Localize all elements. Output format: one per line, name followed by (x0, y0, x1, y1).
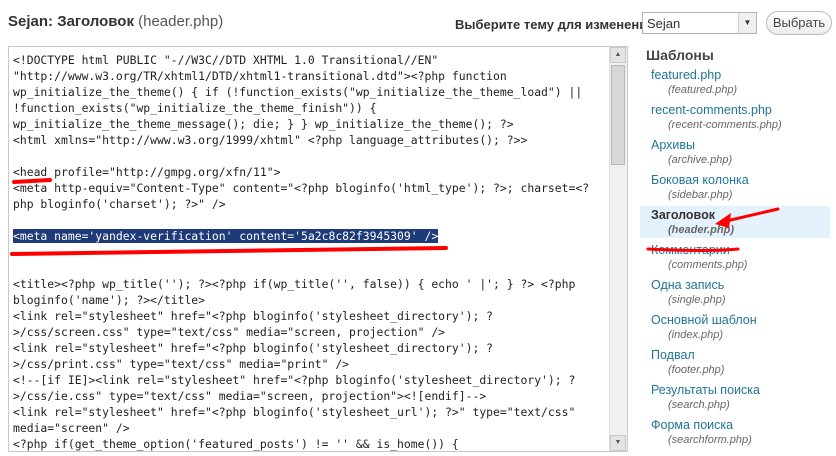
template-link[interactable]: Боковая колонка (651, 173, 830, 188)
code-line[interactable]: bloginfo('name'); ?></title> (13, 292, 605, 308)
code-line[interactable]: wp_initialize_the_theme() { if (!functio… (13, 84, 605, 100)
scrollbar-thumb[interactable] (611, 65, 625, 165)
template-file: (index.php) (668, 329, 724, 341)
code-line[interactable] (13, 148, 605, 164)
template-link[interactable]: Подвал (651, 348, 830, 363)
code-line[interactable]: <title><?php wp_title(''); ?><?php if(wp… (13, 276, 605, 292)
code-line[interactable]: <meta http-equiv="Content-Type" content=… (13, 180, 605, 196)
templates-list: featured.php (featured.php) recent-comment… (640, 66, 830, 451)
scroll-down-icon[interactable]: ▼ (610, 435, 626, 451)
template-link[interactable]: Результаты поиска (651, 383, 830, 398)
template-link[interactable]: Основной шаблон (651, 313, 830, 328)
file-title: Заголовок (57, 13, 134, 30)
code-line[interactable]: <link rel="stylesheet" href="<?php blogi… (13, 340, 605, 356)
template-link[interactable]: Одна запись (651, 278, 830, 293)
template-item[interactable]: Результаты поиска (search.php) (640, 381, 830, 413)
code-line[interactable]: >/css/print.css" type="text/css" media="… (13, 356, 605, 372)
file-name: (header.php) (138, 13, 224, 30)
template-file: (featured.php) (668, 84, 738, 96)
template-item[interactable]: recent-comments.php (recent-comments.php) (640, 101, 830, 133)
code-line[interactable] (13, 244, 605, 260)
code-line[interactable]: !function_exists("wp_initialize_the_them… (13, 100, 605, 116)
template-item[interactable]: Комментарии (comments.php) (640, 241, 830, 273)
code-line[interactable]: >/css/ie.css" type="text/css" media="scr… (13, 388, 605, 404)
template-file: (header.php) (668, 224, 735, 236)
template-file: (recent-comments.php) (668, 119, 782, 131)
template-file: (sidebar.php) (668, 189, 733, 201)
code-line[interactable]: "http://www.w3.org/TR/xhtml1/DTD/xhtml1-… (13, 68, 605, 84)
code-line[interactable] (13, 212, 605, 228)
template-link[interactable]: Заголовок (651, 208, 830, 223)
template-link[interactable]: Форма поиска (651, 418, 830, 433)
code-editor[interactable]: <!DOCTYPE html PUBLIC "-//W3C//DTD XHTML… (8, 46, 628, 452)
code-line[interactable]: <!DOCTYPE html PUBLIC "-//W3C//DTD XHTML… (13, 52, 605, 68)
template-item[interactable]: Форма поиска (searchform.php) (640, 416, 830, 448)
templates-heading: Шаблоны (646, 47, 714, 63)
template-item[interactable]: Заголовок (header.php) (640, 206, 830, 238)
template-link[interactable]: recent-comments.php (651, 103, 830, 118)
theme-select[interactable]: Sejan ▼ (642, 12, 757, 34)
code-line[interactable]: <?php if(get_theme_option('featured_post… (13, 436, 605, 451)
code-line[interactable]: >/css/screen.css" type="text/css" media=… (13, 324, 605, 340)
template-item[interactable]: Подвал (footer.php) (640, 346, 830, 378)
code-line[interactable]: <!--[if IE]><link rel="stylesheet" href=… (13, 372, 605, 388)
scroll-up-icon[interactable]: ▲ (610, 47, 626, 63)
template-file: (single.php) (668, 294, 726, 306)
template-item[interactable]: Основной шаблон (index.php) (640, 311, 830, 343)
theme-select-value: Sejan (647, 16, 681, 31)
theme-select-label: Выберите тему для изменения: (455, 17, 660, 32)
code-line[interactable]: php bloginfo('charset'); ?>" /> (13, 196, 605, 212)
template-link[interactable]: Архивы (651, 138, 830, 153)
code-line[interactable]: <head profile="http://gmpg.org/xfn/11"> (13, 164, 605, 180)
template-file: (search.php) (668, 399, 730, 411)
template-file: (searchform.php) (668, 434, 752, 446)
chevron-down-icon[interactable]: ▼ (738, 13, 756, 33)
editor-scrollbar[interactable]: ▲ ▼ (609, 47, 627, 451)
code-line[interactable]: <link rel="stylesheet" href="<?php blogi… (13, 308, 605, 324)
code-line[interactable]: <html xmlns="http://www.w3.org/1999/xhtm… (13, 132, 605, 148)
template-file: (footer.php) (668, 364, 725, 376)
code-line[interactable]: wp_initialize_the_theme_message(); die; … (13, 116, 605, 132)
theme-name: Sejan: (8, 13, 54, 30)
template-link[interactable]: featured.php (651, 68, 830, 83)
code-line[interactable]: media="screen" /> (13, 420, 605, 436)
code-line[interactable]: <link rel="stylesheet" href="<?php blogi… (13, 404, 605, 420)
page-title: Sejan: Заголовок (header.php) (8, 13, 223, 30)
selected-code[interactable]: <meta name='yandex-verification' content… (13, 229, 439, 243)
template-item[interactable]: featured.php (featured.php) (640, 66, 830, 98)
template-file: (comments.php) (668, 259, 748, 271)
code-line[interactable] (13, 260, 605, 276)
template-link[interactable]: Комментарии (651, 243, 830, 258)
template-item[interactable]: Архивы (archive.php) (640, 136, 830, 168)
template-file: (archive.php) (668, 154, 733, 166)
code-line[interactable]: <meta name='yandex-verification' content… (13, 228, 605, 244)
select-theme-button[interactable]: Выбрать (766, 11, 832, 35)
template-item[interactable]: Боковая колонка (sidebar.php) (640, 171, 830, 203)
template-item[interactable]: Одна запись (single.php) (640, 276, 830, 308)
code-text[interactable]: <!DOCTYPE html PUBLIC "-//W3C//DTD XHTML… (13, 52, 605, 451)
